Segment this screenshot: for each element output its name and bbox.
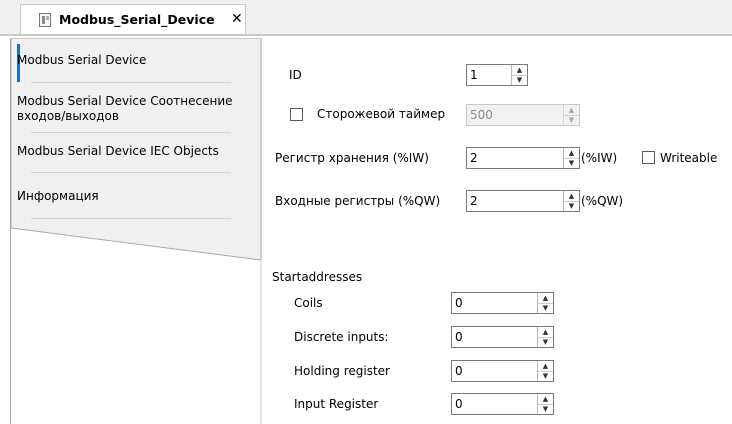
- discrete-inputs-value: 0: [455, 330, 463, 344]
- spin-down-icon[interactable]: ▼: [564, 201, 579, 211]
- watchdog-label: Сторожевой таймер: [317, 107, 446, 121]
- writeable-checkbox[interactable]: [642, 151, 655, 164]
- holding-register-value: 2: [470, 151, 478, 165]
- discrete-inputs-label: Discrete inputs:: [294, 330, 389, 344]
- spin-down-icon[interactable]: ▼: [538, 404, 553, 414]
- sidebar-item-information[interactable]: Информация: [17, 189, 249, 204]
- holding-register-label: Регистр хранения (%IW): [275, 151, 429, 165]
- editor-tabstrip: Modbus_Serial_Device ✕: [0, 0, 732, 36]
- spin-down-icon[interactable]: ▼: [538, 337, 553, 347]
- spinner-arrows: ▲ ▼: [537, 293, 553, 313]
- spin-down-icon: ▼: [568, 116, 575, 124]
- coils-value: 0: [455, 296, 463, 310]
- spin-down-icon[interactable]: ▼: [538, 371, 553, 381]
- holding-register-start-label: Holding register: [294, 364, 390, 378]
- sidebar-item-io-mapping[interactable]: Modbus Serial Device Соотнесение входов/…: [17, 94, 249, 124]
- spin-down-icon[interactable]: ▼: [564, 158, 579, 168]
- input-register-start-label: Input Register: [294, 397, 379, 411]
- input-registers-suffix: (%QW): [581, 194, 624, 208]
- holding-register-spinner[interactable]: 2 ▲ ▼: [466, 147, 580, 169]
- id-label: ID: [289, 68, 302, 82]
- input-registers-spinner[interactable]: 2 ▲ ▼: [466, 190, 580, 212]
- close-icon[interactable]: ✕: [231, 11, 243, 27]
- id-spinner[interactable]: 1 ▲ ▼: [466, 64, 528, 86]
- id-value: 1: [470, 68, 478, 82]
- input-register-start-spinner[interactable]: 0 ▲ ▼: [451, 393, 554, 415]
- spin-down-icon[interactable]: ▼: [538, 303, 553, 313]
- spinner-arrows: ▲ ▼: [537, 394, 553, 414]
- spinner-arrows: ▲ ▼: [537, 361, 553, 381]
- discrete-inputs-spinner[interactable]: 0 ▲ ▼: [451, 326, 554, 348]
- spin-down-icon[interactable]: ▼: [512, 75, 527, 85]
- spinner-arrows: ▲ ▼: [511, 65, 527, 85]
- coils-spinner[interactable]: 0 ▲ ▼: [451, 292, 554, 314]
- watchdog-value: 500: [470, 108, 493, 122]
- sidebar-separator: [31, 218, 231, 219]
- spinner-arrows: ▲ ▼: [563, 105, 579, 125]
- device-icon: [39, 13, 51, 27]
- sidebar-item-device[interactable]: Modbus Serial Device: [17, 53, 249, 68]
- coils-label: Coils: [294, 296, 323, 310]
- tab-title: Modbus_Serial_Device: [59, 12, 215, 27]
- holding-register-suffix: (%IW): [581, 151, 618, 165]
- tab-divider: [0, 34, 732, 36]
- input-registers-label: Входные регистры (%QW): [275, 194, 441, 208]
- spinner-arrows: ▲ ▼: [563, 148, 579, 168]
- sidebar-separator: [31, 172, 231, 173]
- spinner-arrows: ▲ ▼: [537, 327, 553, 347]
- tab-modbus-serial-device[interactable]: Modbus_Serial_Device ✕: [20, 4, 246, 34]
- watchdog-checkbox[interactable]: [290, 108, 303, 121]
- holding-register-start-spinner[interactable]: 0 ▲ ▼: [451, 360, 554, 382]
- start-addresses-heading: Startaddresses: [272, 270, 363, 284]
- input-register-start-value: 0: [455, 397, 463, 411]
- input-registers-value: 2: [470, 194, 478, 208]
- sidebar-item-iec-objects[interactable]: Modbus Serial Device IEC Objects: [17, 144, 249, 159]
- holding-register-start-value: 0: [455, 364, 463, 378]
- sidebar-separator: [31, 82, 231, 83]
- spinner-arrows: ▲ ▼: [563, 191, 579, 211]
- writeable-label: Writeable: [660, 151, 718, 165]
- watchdog-spinner: 500 ▲ ▼: [466, 104, 580, 126]
- sidebar-separator: [31, 132, 231, 133]
